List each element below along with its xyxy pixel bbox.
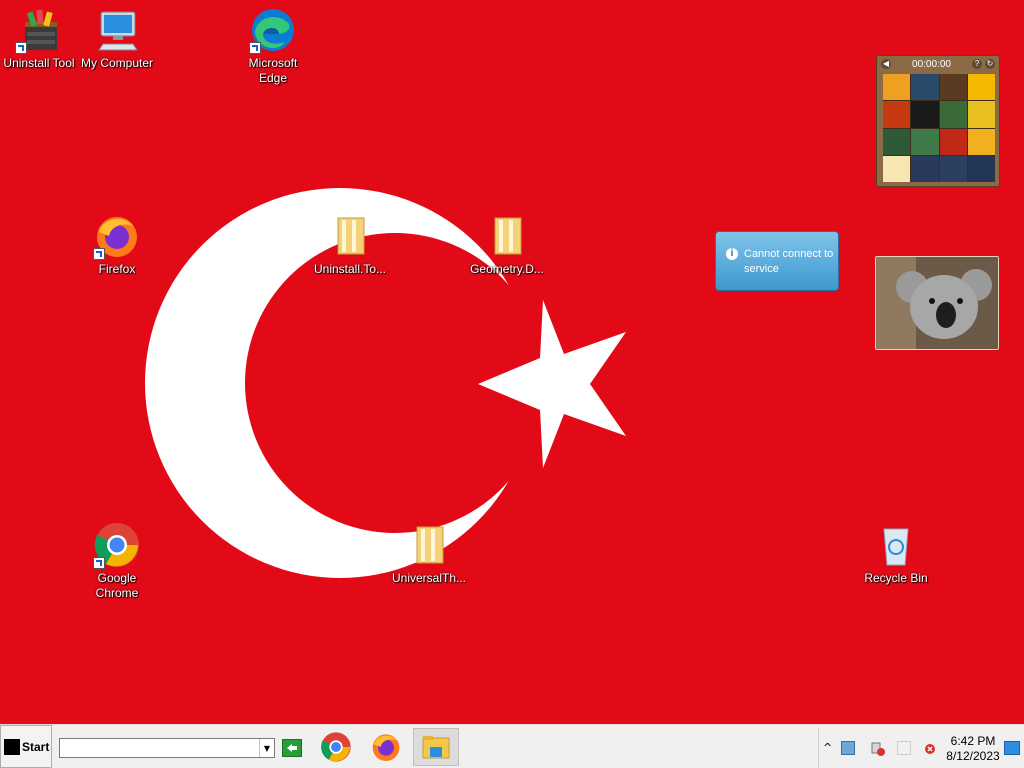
desktop-icon-label: Recycle Bin — [864, 571, 928, 585]
puzzle-timer: 00:00:00 — [912, 58, 951, 70]
puzzle-header: ◀ 00:00:00 ? ↻ — [877, 56, 999, 72]
start-label: Start — [22, 739, 50, 754]
taskbar-firefox-button[interactable] — [363, 728, 409, 766]
desktop-icon-label: Uninstall.To... — [313, 262, 387, 276]
puzzle-tile[interactable] — [967, 128, 995, 155]
weather-gadget[interactable]: i Cannot connect to service — [715, 231, 839, 291]
wallpaper-turkish-flag — [0, 0, 1024, 724]
puzzle-grid[interactable] — [883, 74, 995, 182]
puzzle-tile[interactable] — [883, 74, 911, 101]
weather-error-message: Cannot connect to service — [744, 248, 834, 275]
desktop[interactable]: Uninstall Tool My Computer Microsoft Edg… — [0, 0, 1024, 724]
picture-puzzle-gadget[interactable]: ◀ 00:00:00 ? ↻ — [876, 55, 1000, 187]
desktop-icon-google-chrome[interactable]: Google Chrome — [77, 521, 157, 601]
microsoft-edge-icon — [249, 6, 297, 54]
volume-muted-icon[interactable] — [923, 741, 937, 755]
start-button[interactable]: Start — [0, 725, 52, 768]
uninstall-tool-icon — [15, 6, 63, 54]
refresh-arrows-icon — [287, 744, 297, 752]
puzzle-help-icon[interactable]: ? — [972, 59, 982, 69]
system-tray: ^ 6:42 PM 8/12/2023 — [818, 728, 1024, 768]
action-center-icon[interactable] — [871, 741, 885, 756]
desktop-icon-microsoft-edge[interactable]: Microsoft Edge — [233, 6, 313, 86]
firefox-icon — [93, 212, 141, 260]
monitor-tray-icon[interactable] — [897, 741, 911, 755]
koala-photo — [876, 257, 998, 349]
network-tray-icon[interactable] — [841, 741, 855, 755]
shortcut-arrow-icon — [93, 248, 105, 260]
desktop-icon-label: Microsoft Edge — [248, 56, 298, 85]
desktop-icon-universal-folder[interactable]: UniversalTh... — [389, 521, 469, 586]
start-icon — [4, 738, 20, 755]
slideshow-gadget[interactable] — [875, 256, 999, 350]
chevron-up-icon[interactable]: ^ — [823, 741, 837, 755]
puzzle-tile[interactable] — [911, 74, 939, 101]
puzzle-tile[interactable] — [883, 155, 911, 182]
shortcut-arrow-icon — [15, 42, 27, 54]
desktop-icon-recycle-bin[interactable]: Recycle Bin — [856, 521, 936, 586]
folder-icon — [483, 212, 531, 260]
taskbar-clock[interactable]: 6:42 PM 8/12/2023 — [943, 734, 1003, 764]
puzzle-tile[interactable] — [939, 128, 967, 155]
puzzle-tile[interactable] — [883, 101, 911, 128]
clock-date: 8/12/2023 — [946, 749, 1000, 763]
desktop-icon-my-computer[interactable]: My Computer — [77, 6, 157, 71]
chrome-icon — [321, 732, 351, 762]
shortcut-arrow-icon — [93, 557, 105, 569]
puzzle-tile[interactable] — [911, 155, 939, 182]
taskbar-file-explorer-button[interactable] — [413, 728, 459, 766]
desktop-icon-label: My Computer — [80, 56, 154, 70]
desktop-icon-geometry-folder[interactable]: Geometry.D... — [467, 212, 547, 277]
puzzle-tile[interactable] — [939, 155, 967, 182]
puzzle-shuffle-icon[interactable]: ↻ — [985, 59, 995, 69]
desktop-icon-label: Google Chrome — [95, 571, 139, 600]
puzzle-pause-icon[interactable]: ◀ — [881, 59, 891, 69]
firefox-icon — [372, 734, 400, 761]
clock-time: 6:42 PM — [950, 734, 996, 748]
go-button[interactable] — [282, 739, 302, 757]
puzzle-tile[interactable] — [967, 74, 995, 101]
folder-icon — [326, 212, 374, 260]
puzzle-tile[interactable] — [939, 101, 967, 128]
desktop-icon-label: Geometry.D... — [470, 262, 544, 276]
desktop-icon-firefox[interactable]: Firefox — [77, 212, 157, 277]
puzzle-tile[interactable] — [967, 155, 995, 182]
show-desktop-icon[interactable] — [1004, 741, 1020, 755]
puzzle-tile[interactable] — [911, 101, 939, 128]
taskbar-chrome-button[interactable] — [313, 728, 359, 766]
chrome-icon — [93, 521, 141, 569]
taskbar: Start ▼ ^ 6:42 PM 8/12/2023 — [0, 724, 1024, 768]
chevron-down-icon[interactable]: ▼ — [259, 739, 274, 757]
info-icon: i — [726, 248, 738, 260]
desktop-icon-label: Uninstall Tool — [3, 56, 75, 70]
puzzle-tile[interactable] — [967, 101, 995, 128]
desktop-icon-uninstall-tool-folder[interactable]: Uninstall.To... — [310, 212, 390, 277]
puzzle-tile[interactable] — [883, 128, 911, 155]
puzzle-tile[interactable] — [911, 128, 939, 155]
desktop-icon-uninstall-tool[interactable]: Uninstall Tool — [0, 6, 79, 71]
folder-icon — [405, 521, 453, 569]
computer-icon — [93, 6, 141, 54]
puzzle-tile[interactable] — [939, 74, 967, 101]
desktop-icon-label: Firefox — [98, 262, 136, 276]
desktop-icon-label: UniversalTh... — [391, 571, 467, 585]
recycle-bin-icon — [872, 521, 920, 569]
shortcut-arrow-icon — [249, 42, 261, 54]
address-bar-input[interactable]: ▼ — [59, 738, 275, 758]
file-explorer-icon — [422, 736, 450, 759]
